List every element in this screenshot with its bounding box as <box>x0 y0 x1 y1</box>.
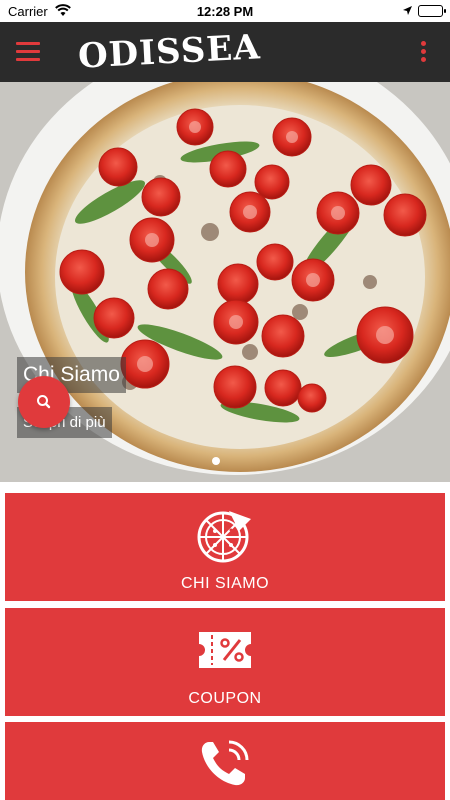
carousel-page-indicator[interactable] <box>212 457 220 465</box>
coupon-icon <box>199 632 251 668</box>
search-icon <box>37 395 51 409</box>
hamburger-menu-icon[interactable] <box>16 42 40 62</box>
status-bar: Carrier 12:28 PM <box>0 0 450 22</box>
battery-icon <box>418 5 446 17</box>
app-logo: ODISSEA <box>77 27 262 77</box>
coupon-tile[interactable]: COUPON <box>5 608 445 716</box>
coupon-label: COUPON <box>188 690 262 707</box>
phone-icon <box>201 740 249 786</box>
more-vertical-icon[interactable] <box>419 41 427 63</box>
status-time: 12:28 PM <box>196 4 254 19</box>
pizza-icon <box>197 511 251 563</box>
app-bar: ODISSEA <box>0 22 450 82</box>
chi-siamo-tile[interactable]: CHI SIAMO <box>5 493 445 601</box>
chi-siamo-label: CHI SIAMO <box>180 575 270 592</box>
phone-tile[interactable] <box>5 722 445 800</box>
location-arrow-icon <box>402 4 413 19</box>
search-button[interactable] <box>18 376 70 428</box>
